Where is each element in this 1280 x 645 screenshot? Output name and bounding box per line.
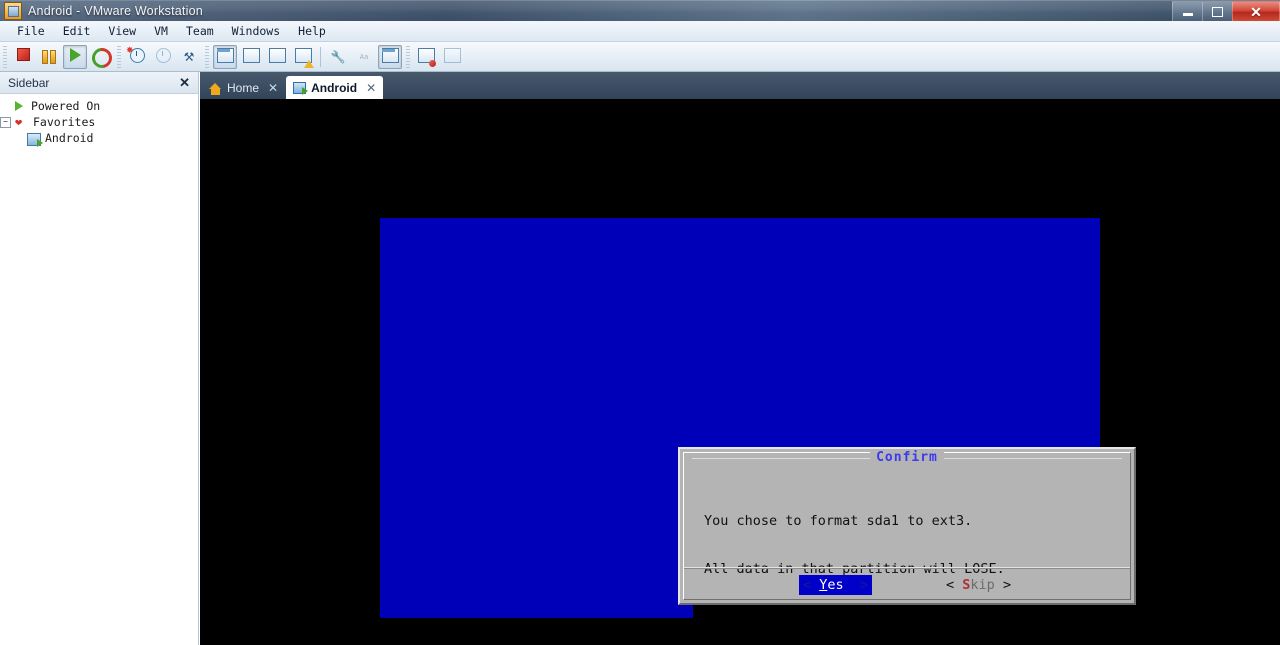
- full-screen-icon: [268, 47, 286, 66]
- tab-label: Android: [311, 80, 358, 95]
- tab-android[interactable]: Android ✕: [286, 76, 384, 99]
- record-button[interactable]: [414, 45, 438, 69]
- sidebar-item-powered-on[interactable]: Powered On: [0, 98, 198, 114]
- suspend-button[interactable]: [37, 45, 61, 69]
- sidebar-item-label: Android: [45, 131, 94, 145]
- yes-label-rest: es: [827, 577, 844, 593]
- dialog-body-line: You chose to format sda1 to ext3.: [704, 513, 973, 529]
- toolbar-grip-2[interactable]: [117, 45, 121, 68]
- menu-item-file[interactable]: File: [8, 22, 54, 40]
- tab-bar: Home ✕ Android ✕: [200, 72, 1280, 99]
- close-icon[interactable]: ✕: [177, 76, 192, 89]
- sidebar-icon: [381, 47, 399, 66]
- chevron-collapse-icon[interactable]: −: [0, 116, 11, 128]
- menu-item-team[interactable]: Team: [177, 22, 223, 40]
- console-view-icon: [216, 47, 234, 66]
- pause-icon: [40, 48, 58, 66]
- close-icon[interactable]: ✕: [268, 81, 278, 95]
- unity-icon: [294, 47, 314, 68]
- toolbar-grip[interactable]: [3, 45, 7, 68]
- guest-screen[interactable]: Confirm You chose to format sda1 to ext3…: [380, 218, 1151, 620]
- replay-icon: [443, 47, 461, 66]
- sidebar-toggle-button[interactable]: [378, 44, 402, 69]
- vm-settings-button[interactable]: 🔧: [326, 45, 350, 69]
- virtual-machine-icon: [293, 81, 309, 95]
- skip-label-rest: kip: [970, 577, 995, 593]
- menu-bar: File Edit View VM Team Windows Help: [0, 21, 1280, 42]
- full-screen-button[interactable]: [265, 45, 289, 69]
- toolbar-separator-1: [320, 46, 321, 67]
- close-icon: ✕: [1250, 3, 1262, 20]
- reset-button[interactable]: [88, 43, 116, 72]
- sidebar-title: Sidebar: [8, 75, 50, 90]
- summary-icon: Aa: [359, 52, 369, 61]
- virtual-machine-icon: [27, 131, 43, 147]
- snapshot-revert-icon: [154, 47, 172, 66]
- replay-button[interactable]: [440, 45, 464, 69]
- summary-view-button[interactable]: Aa: [352, 45, 376, 69]
- menu-item-edit[interactable]: Edit: [54, 22, 100, 40]
- bracket-right: >: [1002, 577, 1012, 593]
- sidebar-item-favorites[interactable]: − ❤ Favorites: [0, 114, 198, 130]
- minimize-button[interactable]: [1172, 1, 1202, 21]
- tab-home[interactable]: Home ✕: [202, 77, 285, 99]
- play-icon: [66, 47, 84, 66]
- record-icon: [417, 47, 436, 67]
- wrench-icon: 🔧: [330, 49, 346, 64]
- bracket-right: >: [859, 577, 868, 593]
- dialog-body: You chose to format sda1 to ext3. All da…: [704, 481, 1116, 645]
- dialog-separator: [684, 567, 1130, 569]
- home-icon: [209, 82, 222, 95]
- window-title: Android - VMware Workstation: [28, 3, 203, 18]
- favorites-heart-icon: ❤: [15, 115, 23, 129]
- sidebar-item-label: Favorites: [33, 115, 96, 129]
- bracket-left: <: [802, 577, 812, 593]
- sidebar-header: Sidebar ✕: [0, 72, 198, 94]
- show-console-view-button[interactable]: [213, 44, 237, 69]
- take-snapshot-button[interactable]: ✸: [125, 45, 149, 69]
- tab-label: Home: [227, 81, 260, 95]
- menu-item-vm[interactable]: VM: [145, 22, 177, 40]
- vmware-workstation-window: Android - VMware Workstation ✕ File Edit…: [0, 0, 1280, 645]
- dialog-button-row: < Yes > < Skip >: [680, 573, 1134, 597]
- toolbar: ✸ ⚒ 🔧 Aa: [0, 42, 1280, 72]
- vm-console-stage[interactable]: Confirm You chose to format sda1 to ext3…: [200, 99, 1280, 645]
- skip-button[interactable]: < Skip >: [942, 575, 1015, 595]
- toolbar-grip-4[interactable]: [406, 45, 410, 68]
- revert-snapshot-button[interactable]: [151, 45, 175, 69]
- minimize-icon: [1182, 13, 1193, 16]
- sidebar-item-label: Powered On: [31, 99, 101, 113]
- confirm-dialog: Confirm You chose to format sda1 to ext3…: [678, 447, 1136, 605]
- maximize-icon: [1212, 6, 1223, 17]
- menu-item-view[interactable]: View: [99, 22, 145, 40]
- reset-icon: [88, 43, 116, 72]
- snapshot-add-icon: ✸: [126, 45, 146, 66]
- maximize-button[interactable]: [1202, 1, 1232, 21]
- snapshot-manager-button[interactable]: ⚒: [177, 45, 201, 69]
- snapshot-manager-icon: ⚒: [183, 49, 195, 64]
- bracket-left: <: [946, 577, 955, 593]
- power-off-button[interactable]: [11, 45, 35, 69]
- sidebar: Sidebar ✕ Powered On − ❤ Favorites Andro…: [0, 72, 199, 645]
- toolbar-grip-3[interactable]: [205, 45, 209, 68]
- yes-button[interactable]: < Yes >: [798, 575, 872, 595]
- menu-item-windows[interactable]: Windows: [223, 22, 289, 40]
- vmware-icon: [4, 1, 22, 20]
- menu-item-help[interactable]: Help: [289, 22, 335, 40]
- close-button[interactable]: ✕: [1232, 1, 1280, 21]
- power-on-button[interactable]: [63, 44, 87, 69]
- title-bar: Android - VMware Workstation ✕: [0, 0, 1280, 21]
- sidebar-tree: Powered On − ❤ Favorites Android: [0, 94, 198, 147]
- window-controls: ✕: [1172, 0, 1280, 21]
- dialog-title: Confirm: [680, 450, 1134, 466]
- powered-on-icon: [13, 99, 27, 113]
- unity-button[interactable]: [291, 45, 315, 69]
- dialog-title-text: Confirm: [870, 450, 944, 465]
- stop-icon: [14, 47, 32, 66]
- quick-switch-button[interactable]: [239, 45, 263, 69]
- close-icon[interactable]: ✕: [366, 81, 376, 95]
- dialog-body-spacer: [704, 609, 1116, 625]
- sidebar-item-android[interactable]: Android: [0, 130, 198, 147]
- quick-switch-icon: [242, 47, 260, 66]
